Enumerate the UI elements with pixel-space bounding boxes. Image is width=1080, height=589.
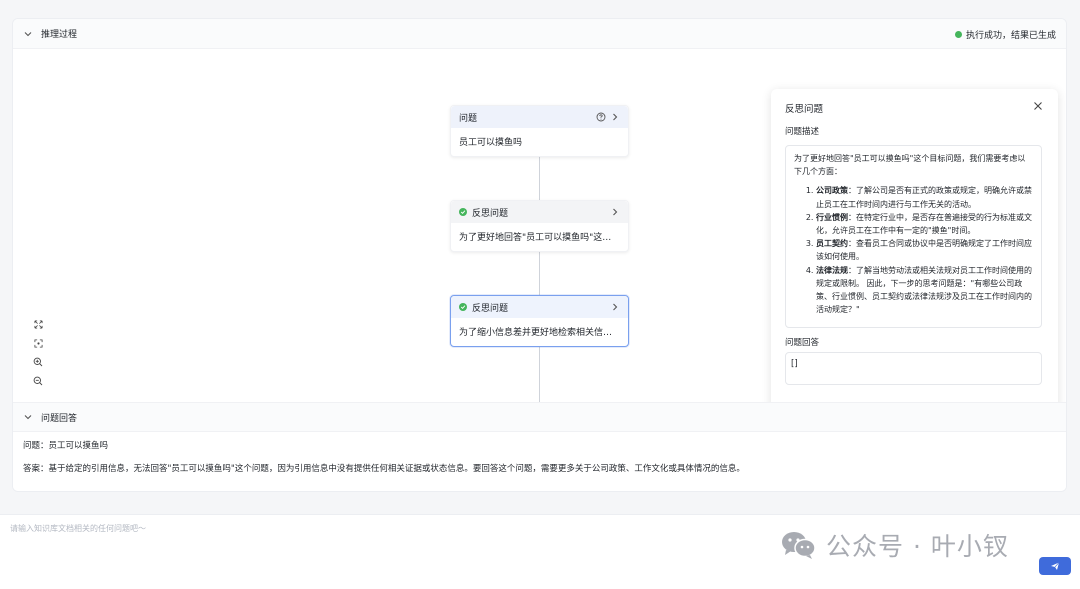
list-item: 员工契约：查看员工合同或协议中是否明确规定了工作时间应该如何使用。 <box>816 237 1033 263</box>
check-circle-icon <box>459 208 467 216</box>
reasoning-header[interactable]: 推理过程 执行成功，结果已生成 <box>13 19 1066 49</box>
flow-edge <box>539 248 540 296</box>
chat-input-placeholder[interactable]: 请输入知识库文档相关的任何问题吧～ <box>10 523 146 534</box>
node-label: 反思问题 <box>472 208 509 219</box>
send-button[interactable] <box>1039 557 1071 575</box>
answer-label: 问题回答 <box>785 338 820 348</box>
chat-input-area[interactable]: 请输入知识库文档相关的任何问题吧～ 公众号 · 叶小钗 <box>0 514 1080 589</box>
flow-edge <box>539 342 540 402</box>
success-dot-icon <box>954 30 962 38</box>
question-circle-icon[interactable] <box>596 112 606 122</box>
execution-status: 执行成功，结果已生成 <box>954 19 1056 49</box>
answer-line: 答案：基于给定的引用信息，无法回答"员工可以摸鱼吗"这个问题，因为引用信息中没有… <box>23 464 745 474</box>
status-text: 执行成功，结果已生成 <box>965 30 1056 41</box>
answer-content: 问题：员工可以摸鱼吗 答案：基于给定的引用信息，无法回答"员工可以摸鱼吗"这个问… <box>13 432 1066 491</box>
flow-node-question[interactable]: 问题 员工可以摸鱼吗 <box>450 105 629 157</box>
answer-box[interactable]: [] <box>785 352 1042 385</box>
node-header: 反思问题 <box>451 201 628 223</box>
flow-canvas[interactable]: 问题 员工可以摸鱼吗 反思问题 为了更好地回答"员工可以摸鱼吗"这个目... 反… <box>13 50 1066 423</box>
item-text: ：了解公司是否有正式的政策或规定，明确允许或禁止员工在工作时间内进行与工作无关的… <box>816 186 1032 209</box>
question-line: 问题：员工可以摸鱼吗 <box>23 441 109 451</box>
flow-node-reflection-selected[interactable]: 反思问题 为了缩小信息差并更好地检索相关信息，... <box>450 295 629 347</box>
reasoning-title: 推理过程 <box>41 30 78 40</box>
fit-view-icon <box>33 338 43 348</box>
result-card: 推理过程 执行成功，结果已生成 问题 员工可以摸鱼吗 反思问题 为了更好地回答"… <box>12 18 1067 492</box>
item-text: ：了解当地劳动法或相关法规对员工工作时间使用的规定或限制。 因此，下一步的思考问… <box>816 265 1032 315</box>
node-detail-panel: 反思问题 问题描述 为了更好地回答"员工可以摸鱼吗"这个目标问题，我们需要考虑以… <box>771 89 1058 423</box>
description-intro: 为了更好地回答"员工可以摸鱼吗"这个目标问题，我们需要考虑以下几个方面： <box>794 154 1026 177</box>
zoom-in-button[interactable] <box>28 353 48 371</box>
watermark-text: 公众号 · 叶小钗 <box>826 532 1009 561</box>
expand-arrows-icon <box>33 319 43 329</box>
item-term: 公司政策 <box>816 186 848 196</box>
flow-node-reflection[interactable]: 反思问题 为了更好地回答"员工可以摸鱼吗"这个目... <box>450 200 629 252</box>
chevron-right-icon[interactable] <box>610 207 620 217</box>
item-term: 法律法规 <box>816 265 848 275</box>
close-icon[interactable] <box>1032 100 1044 112</box>
list-item: 法律法规：了解当地劳动法或相关法规对员工工作时间使用的规定或限制。 因此，下一步… <box>816 264 1033 317</box>
node-header: 反思问题 <box>451 296 628 318</box>
description-list: 公司政策：了解公司是否有正式的政策或规定，明确允许或禁止员工在工作时间内进行与工… <box>794 184 1033 316</box>
answer-header[interactable]: 问题回答 <box>13 402 1066 432</box>
answer-section-title: 问题回答 <box>41 413 78 424</box>
chevron-down-icon[interactable] <box>23 29 33 39</box>
flow-edge <box>539 153 540 201</box>
list-item: 公司政策：了解公司是否有正式的政策或规定，明确允许或禁止员工在工作时间内进行与工… <box>816 184 1033 210</box>
top-strip <box>0 0 1080 12</box>
chevron-down-icon[interactable] <box>23 412 33 422</box>
paper-plane-icon <box>1051 562 1060 570</box>
fit-view-button[interactable] <box>28 334 48 352</box>
wechat-icon <box>782 532 816 559</box>
node-body: 为了缩小信息差并更好地检索相关信息，... <box>459 328 628 338</box>
node-header: 问题 <box>451 106 628 128</box>
panel-title: 反思问题 <box>785 104 824 115</box>
node-body: 员工可以摸鱼吗 <box>459 138 523 148</box>
node-label: 问题 <box>459 113 478 124</box>
zoom-out-button[interactable] <box>28 372 48 390</box>
item-text: ：查看员工合同或协议中是否明确规定了工作时间应该如何使用。 <box>816 239 1032 262</box>
description-label: 问题描述 <box>785 127 820 137</box>
node-label: 反思问题 <box>472 303 509 314</box>
fullscreen-button[interactable] <box>28 315 48 333</box>
list-item: 行业惯例：在特定行业中，是否存在普遍接受的行为标准或文化，允许员工在工作中有一定… <box>816 211 1033 237</box>
watermark: 公众号 · 叶小钗 <box>780 527 1009 563</box>
zoom-out-icon <box>33 376 43 386</box>
canvas-toolbar <box>28 315 48 416</box>
description-box[interactable]: 为了更好地回答"员工可以摸鱼吗"这个目标问题，我们需要考虑以下几个方面： 公司政… <box>785 145 1042 328</box>
item-term: 员工契约 <box>816 239 848 249</box>
node-body: 为了更好地回答"员工可以摸鱼吗"这个目... <box>459 233 628 243</box>
chevron-right-icon[interactable] <box>610 112 620 122</box>
item-text: ：在特定行业中，是否存在普遍接受的行为标准或文化，允许员工在工作中有一定的"摸鱼… <box>816 212 1032 236</box>
zoom-in-icon <box>33 357 43 367</box>
chevron-right-icon[interactable] <box>610 302 620 312</box>
check-circle-icon <box>459 303 467 311</box>
item-term: 行业惯例 <box>816 212 848 222</box>
